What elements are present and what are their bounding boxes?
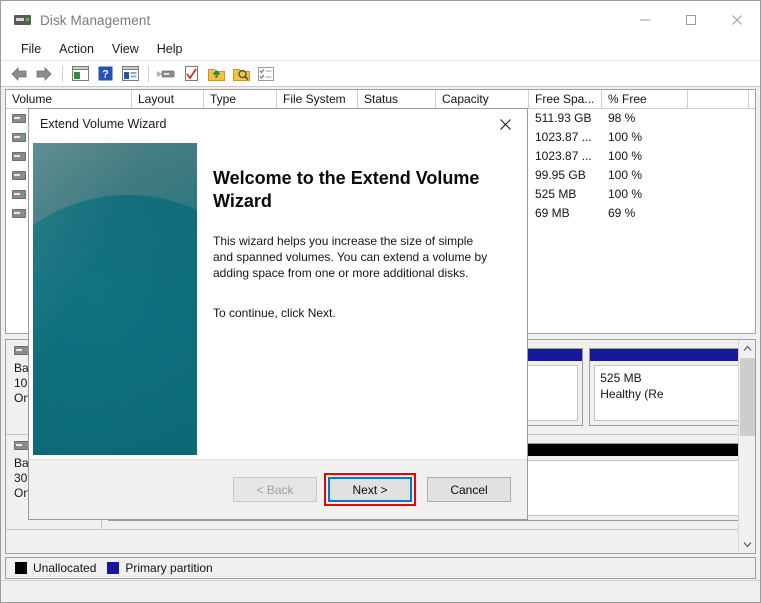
cell-percent-free: 100 % — [608, 149, 643, 163]
cell-blank — [688, 166, 749, 185]
window-titlebar: Disk Management — [1, 1, 760, 39]
scroll-up-icon[interactable] — [739, 340, 755, 357]
disk-icon — [14, 12, 32, 28]
disk-icon — [14, 441, 29, 450]
dialog-continue-hint: To continue, click Next. — [213, 306, 336, 320]
menu-item-file[interactable]: File — [12, 40, 50, 59]
cell-blank — [688, 204, 749, 223]
help-icon[interactable]: ? — [93, 63, 117, 85]
column-header-free[interactable]: % Free — [602, 90, 688, 109]
column-header-blank[interactable] — [688, 90, 749, 109]
scroll-down-icon[interactable] — [739, 536, 755, 553]
rescan-disks-icon[interactable] — [154, 63, 178, 85]
next-button-highlight: Next > — [324, 473, 416, 506]
toolbar-separator — [62, 65, 63, 82]
disk-panel-scrollbar[interactable] — [738, 340, 755, 553]
close-icon[interactable] — [714, 1, 760, 39]
volume-list-header: Volume Layout Type File System Status Capacit… — [6, 90, 755, 109]
properties-icon[interactable] — [118, 63, 142, 85]
status-bar — [1, 580, 760, 602]
volume-icon — [12, 152, 26, 161]
up-folder-icon[interactable] — [204, 63, 228, 85]
cell-percent-free: 100 % — [608, 130, 643, 144]
toolbar-separator — [148, 65, 149, 82]
partition-info: 525 MB Healthy (Re — [594, 365, 744, 421]
window-controls — [622, 1, 760, 39]
dialog-titlebar: Extend Volume Wizard — [29, 109, 527, 139]
window-title: Disk Management — [40, 12, 151, 28]
cell-percent-free: 100 % — [608, 187, 643, 201]
volume-icon — [12, 209, 26, 218]
cell-free-space: 99.95 GB — [535, 168, 586, 182]
dialog-footer: < Back Next > Cancel — [29, 459, 527, 519]
column-header-file-system[interactable]: File System — [277, 90, 358, 109]
svg-text:?: ? — [102, 69, 109, 81]
volume-icon — [12, 114, 26, 123]
wizard-banner-image — [33, 143, 197, 455]
legend-label: Primary partition — [125, 561, 213, 575]
column-header-free-spa[interactable]: Free Spa... — [529, 90, 602, 109]
scrollbar-thumb[interactable] — [740, 358, 755, 436]
dialog-content: Welcome to the Extend Volume Wizard This… — [197, 139, 527, 459]
extend-volume-wizard-dialog: Extend Volume Wizard Welcome to the Exte… — [28, 108, 528, 520]
close-icon[interactable] — [483, 109, 527, 139]
partition-color-bar — [590, 349, 748, 361]
cell-blank — [688, 185, 749, 204]
legend-label: Unallocated — [33, 561, 97, 575]
volume-icon — [12, 190, 26, 199]
cell-free-space: 69 MB — [535, 206, 570, 220]
volume-icon — [12, 133, 26, 142]
list-icon[interactable] — [254, 63, 278, 85]
cell-free-space: 1023.87 ... — [535, 149, 592, 163]
cell-free-space: 525 MB — [535, 187, 577, 201]
menu-item-action[interactable]: Action — [50, 40, 103, 59]
back-button[interactable]: < Back — [233, 477, 317, 502]
cell-percent-free: 98 % — [608, 111, 636, 125]
maximize-icon[interactable] — [668, 1, 714, 39]
disk-icon — [14, 346, 29, 355]
legend-item-primary-partition: Primary partition — [107, 561, 213, 575]
back-arrow-icon[interactable] — [7, 63, 31, 85]
column-header-capacity[interactable]: Capacity — [436, 90, 529, 109]
next-button[interactable]: Next > — [328, 477, 412, 502]
legend-swatch — [107, 562, 120, 574]
menu-bar: File Action View Help — [1, 39, 760, 61]
toolbar: ? — [1, 61, 760, 87]
menu-item-view[interactable]: View — [103, 40, 148, 59]
dialog-body: Welcome to the Extend Volume Wizard This… — [29, 139, 527, 459]
partition-block[interactable]: 525 MB Healthy (Re — [589, 348, 749, 426]
column-header-status[interactable]: Status — [358, 90, 436, 109]
column-header-layout[interactable]: Layout — [132, 90, 204, 109]
cell-blank — [688, 109, 749, 128]
forward-arrow-icon[interactable] — [32, 63, 56, 85]
dialog-heading: Welcome to the Extend Volume Wizard — [213, 168, 480, 211]
partition-size: 525 MB — [600, 371, 642, 385]
search-icon[interactable] — [229, 63, 253, 85]
menu-item-help[interactable]: Help — [148, 40, 192, 59]
cell-percent-free: 100 % — [608, 168, 643, 182]
volume-icon — [12, 171, 26, 180]
check-icon[interactable] — [179, 63, 203, 85]
cell-blank — [688, 128, 749, 147]
dialog-description: This wizard helps you increase the size … — [213, 234, 488, 280]
minimize-icon[interactable] — [622, 1, 668, 39]
cell-free-space: 511.93 GB — [535, 111, 592, 125]
legend-swatch — [15, 562, 27, 574]
column-header-type[interactable]: Type — [204, 90, 277, 109]
cancel-button[interactable]: Cancel — [427, 477, 511, 502]
show-hide-console-tree-icon[interactable] — [68, 63, 92, 85]
cell-percent-free: 69 % — [608, 206, 636, 220]
legend-item-unallocated: Unallocated — [15, 561, 96, 575]
cell-free-space: 1023.87 ... — [535, 130, 592, 144]
column-header-volume[interactable]: Volume — [6, 90, 132, 109]
legend: Unallocated Primary partition — [5, 557, 756, 579]
partition-status: Healthy (Re — [600, 387, 664, 401]
dialog-title: Extend Volume Wizard — [40, 117, 167, 131]
cell-blank — [688, 147, 749, 166]
disk-management-window: Disk Management File Action View Help ? … — [0, 0, 761, 603]
